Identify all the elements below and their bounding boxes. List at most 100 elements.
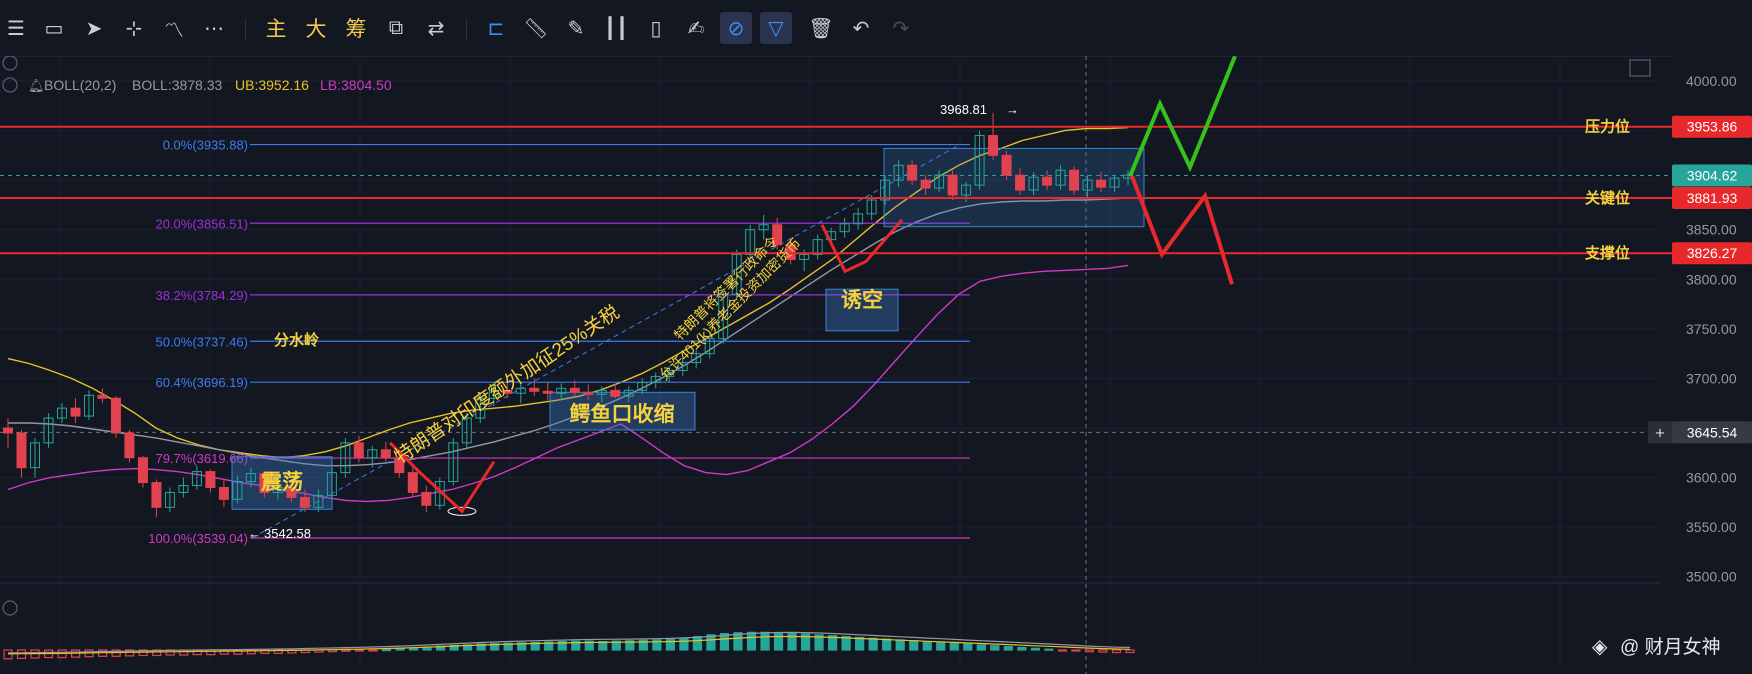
- macd-bar: [1125, 649, 1135, 654]
- macd-bar: [395, 648, 405, 651]
- major-tool[interactable]: 大: [300, 12, 332, 44]
- fib-level-label: 0.0%(3935.88): [163, 138, 248, 153]
- chip-tool[interactable]: 筹: [340, 12, 372, 44]
- level-price-value: 3881.93: [1687, 190, 1738, 206]
- candle-body: [1096, 179, 1107, 188]
- ruler-icon[interactable]: 📏︎: [520, 12, 552, 44]
- undo-icon[interactable]: ↶: [845, 12, 877, 44]
- high-marker-label: 3968.81: [940, 102, 987, 117]
- menu-icon[interactable]: ☰: [0, 12, 32, 44]
- boll-mid-value: BOLL:3878.33: [132, 77, 223, 93]
- macd-bar: [381, 648, 392, 652]
- macd-collapse-icon[interactable]: [2, 600, 18, 616]
- alligator-label: 鳄鱼口收缩: [570, 402, 675, 426]
- rectangle-icon[interactable]: ▭: [38, 12, 70, 44]
- macd-panel: [0, 582, 1660, 660]
- fib-level-label: 60.4%(3696.19): [155, 375, 248, 390]
- candle-body: [16, 432, 27, 469]
- bullish-scenario-arrow: [1128, 56, 1237, 177]
- candle-body: [124, 432, 135, 459]
- macd-bar: [1071, 649, 1081, 652]
- macd-bar: [895, 639, 905, 651]
- filter-icon[interactable]: ▽: [760, 12, 792, 44]
- boll-name: BOLL(20,2): [44, 77, 116, 93]
- pattern-icon[interactable]: ⧉: [380, 12, 412, 44]
- watermark-text: @ 财月女神: [1620, 636, 1721, 658]
- macd-bar: [760, 631, 770, 651]
- candle-body: [1015, 174, 1026, 191]
- candle-body: [1069, 169, 1080, 191]
- macd-bar: [1003, 646, 1013, 651]
- key-price-levels: 压力位关键位支撑位: [0, 118, 1672, 262]
- candle-body: [542, 390, 553, 394]
- bookmark-icon[interactable]: ⊏: [480, 12, 512, 44]
- fullscreen-icon[interactable]: [1629, 59, 1651, 77]
- brand-diamond-icon: ◈: [1592, 636, 1608, 658]
- drawing-toolbar: ☰ ▭ ➤ ⊹ 〽 ⋯ 主 大 筹 ⧉ ⇄ ⊏ 📏︎ ✎ ┃┃ ▯ ✍ ⊘ ▽ …: [0, 0, 1752, 57]
- price-tick-label: 3800.00: [1686, 271, 1737, 287]
- price-tick-label: 3500.00: [1686, 569, 1737, 585]
- fib-level-label: 50.0%(3737.46): [155, 334, 248, 349]
- fib-level-label: 20.0%(3856.51): [155, 216, 248, 231]
- clipboard-icon[interactable]: ▯: [640, 12, 672, 44]
- macd-bar: [1017, 646, 1027, 651]
- high-marker-arrow: →: [1006, 102, 1019, 117]
- measure-icon[interactable]: ⇄: [420, 12, 452, 44]
- candle-body: [97, 394, 108, 399]
- oscillation-label: 震荡: [261, 471, 303, 494]
- redo-icon[interactable]: ↷: [885, 12, 917, 44]
- macd-bar: [949, 642, 959, 651]
- candle-body: [988, 135, 999, 156]
- candle-body: [299, 496, 310, 508]
- trap-v-shape: [820, 218, 904, 274]
- price-tick-label: 3700.00: [1686, 370, 1737, 386]
- indicator-icon[interactable]: 〽: [158, 12, 190, 44]
- candle-body: [569, 387, 580, 393]
- price-tick-label: 4000.00: [1686, 73, 1737, 89]
- candle-body: [907, 164, 918, 181]
- watermark: ◈ @ 财月女神: [1592, 636, 1721, 658]
- pencil-icon[interactable]: ✎: [560, 12, 592, 44]
- price-tick-label: 3600.00: [1686, 470, 1737, 486]
- macd-bar: [1084, 649, 1095, 653]
- chart-grid: [0, 56, 1672, 674]
- macd-bar: [679, 637, 689, 651]
- main-chart-tool[interactable]: 主: [260, 12, 292, 44]
- price-axis: 4000.003950.003900.003850.003800.003750.…: [1648, 56, 1752, 674]
- candle-body: [583, 391, 594, 395]
- cursor-icon[interactable]: ➤: [78, 12, 110, 44]
- macd-bar: [1030, 647, 1040, 651]
- fib-level-label: 38.2%(3784.29): [155, 288, 248, 303]
- candle-body: [947, 174, 958, 196]
- boll-upper-value: UB:3952.16: [235, 77, 309, 93]
- macd-bar: [192, 649, 202, 656]
- more-icon[interactable]: ⋯: [198, 12, 230, 44]
- toggle-icon[interactable]: [2, 77, 18, 93]
- candle-body: [380, 449, 391, 459]
- macd-bar: [922, 640, 932, 651]
- level-price-value: 3953.86: [1687, 119, 1738, 135]
- macd-bar: [855, 636, 865, 651]
- crosshair-plus-icon: +: [1655, 423, 1665, 442]
- candle-icon[interactable]: ┃┃: [600, 12, 632, 44]
- price-chart[interactable]: 0.0%(3935.88) 20.0%(3856.51) 38.2%(3784.29…: [0, 56, 1752, 674]
- crosshair-icon[interactable]: ⊹: [118, 12, 150, 44]
- magnet-icon[interactable]: ⊘: [720, 12, 752, 44]
- crosshair-price-value: 3645.54: [1687, 424, 1738, 440]
- macd-bar: [909, 640, 919, 651]
- macd-bar: [990, 645, 1000, 651]
- trash-icon[interactable]: 🗑︎: [805, 12, 837, 44]
- macd-bar: [1111, 649, 1122, 654]
- macd-bar: [368, 649, 378, 652]
- collapse-icon[interactable]: [2, 56, 18, 71]
- level-price-value: 3826.27: [1687, 245, 1738, 261]
- candle-body: [353, 442, 364, 459]
- low-marker-arrow: ←: [248, 526, 261, 541]
- bell-icon: 🔔︎: [28, 78, 45, 93]
- key-level-label: 支撑位: [1584, 244, 1630, 262]
- macd-bar: [1057, 649, 1068, 652]
- note-icon[interactable]: ✍: [680, 12, 712, 44]
- candle-body: [407, 472, 418, 493]
- pension-news-label: 允许401(k)养老金投资加密货币: [656, 235, 804, 383]
- macd-bar: [692, 635, 703, 651]
